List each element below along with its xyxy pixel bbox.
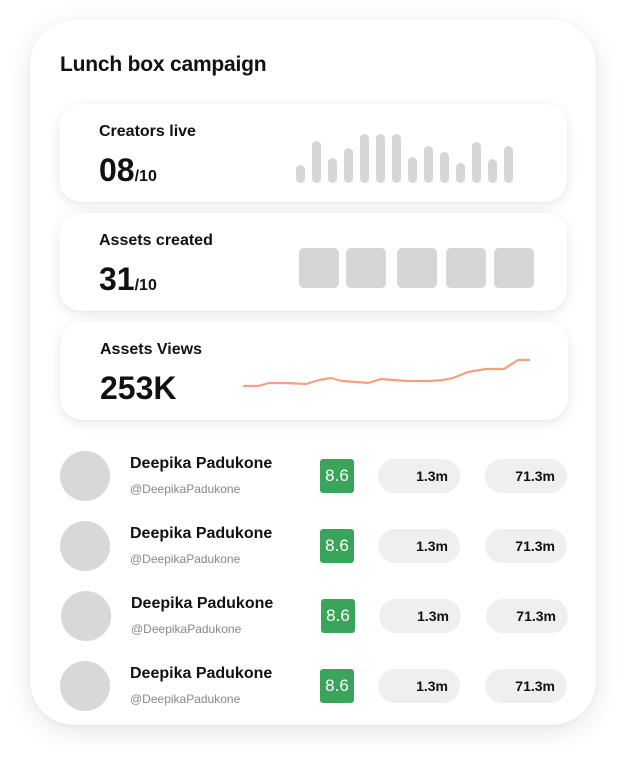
activity-bar [328, 158, 337, 183]
asset-thumbnail[interactable] [397, 248, 437, 288]
asset-thumbnail[interactable] [346, 248, 386, 288]
avatar[interactable] [61, 591, 111, 641]
views-trend-line [242, 358, 531, 388]
asset-thumbnail[interactable] [446, 248, 486, 288]
assets-views-card[interactable]: Assets Views 253K [60, 322, 568, 420]
views-sparkline [242, 358, 531, 388]
activity-bar [312, 141, 321, 183]
followers-pill: 1.3m [378, 669, 460, 703]
creators-live-value: 08/10 [99, 152, 157, 188]
activity-bar [424, 146, 433, 183]
reach-pill: 71.3m [486, 599, 568, 633]
score-badge: 8.6 [321, 599, 355, 633]
activity-bar [392, 134, 401, 183]
campaign-title: Lunch box campaign [60, 53, 267, 76]
avatar[interactable] [60, 661, 110, 711]
assets-views-label: Assets Views [100, 341, 202, 358]
campaign-card: Lunch box campaign Creators live 08/10 A… [30, 20, 596, 725]
asset-thumbnail[interactable] [494, 248, 534, 288]
creator-name[interactable]: Deepika Padukone [131, 595, 273, 613]
assets-views-value: 253K [100, 370, 177, 406]
avatar[interactable] [60, 521, 110, 571]
assets-created-label: Assets created [99, 232, 213, 249]
activity-bar [344, 148, 353, 183]
creator-name[interactable]: Deepika Padukone [130, 665, 272, 683]
score-badge: 8.6 [320, 669, 354, 703]
creators-live-label: Creators live [99, 123, 196, 140]
activity-bar [360, 134, 369, 183]
reach-pill: 71.3m [485, 669, 567, 703]
creator-name[interactable]: Deepika Padukone [130, 525, 272, 543]
creator-row[interactable]: Deepika Padukone @DeepikaPadukone 8.6 1.… [30, 520, 596, 572]
creator-name[interactable]: Deepika Padukone [130, 455, 272, 473]
creator-handle: @DeepikaPadukone [130, 482, 241, 496]
creator-row[interactable]: Deepika Padukone @DeepikaPadukone 8.6 1.… [30, 450, 596, 502]
score-badge: 8.6 [320, 529, 354, 563]
activity-bar [456, 163, 465, 183]
followers-pill: 1.3m [379, 599, 461, 633]
creator-row[interactable]: Deepika Padukone @DeepikaPadukone 8.6 1.… [31, 590, 597, 642]
creator-handle: @DeepikaPadukone [130, 552, 241, 566]
reach-pill: 71.3m [485, 459, 567, 493]
creator-handle: @DeepikaPadukone [130, 692, 241, 706]
creator-handle: @DeepikaPadukone [131, 622, 242, 636]
followers-pill: 1.3m [378, 459, 460, 493]
activity-bar [408, 157, 417, 183]
score-badge: 8.6 [320, 459, 354, 493]
activity-bar [296, 165, 305, 183]
activity-bar [504, 146, 513, 183]
activity-bar [488, 159, 497, 183]
avatar[interactable] [60, 451, 110, 501]
activity-bar [376, 134, 385, 183]
activity-bar [440, 152, 449, 183]
followers-pill: 1.3m [378, 529, 460, 563]
creators-activity-bars [296, 134, 536, 183]
assets-created-value: 31/10 [99, 261, 157, 297]
creators-live-card[interactable]: Creators live 08/10 [59, 104, 567, 202]
reach-pill: 71.3m [485, 529, 567, 563]
creator-row[interactable]: Deepika Padukone @DeepikaPadukone 8.6 1.… [30, 660, 596, 712]
activity-bar [472, 142, 481, 183]
assets-created-card[interactable]: Assets created 31/10 [59, 213, 567, 311]
asset-thumbnail[interactable] [299, 248, 339, 288]
